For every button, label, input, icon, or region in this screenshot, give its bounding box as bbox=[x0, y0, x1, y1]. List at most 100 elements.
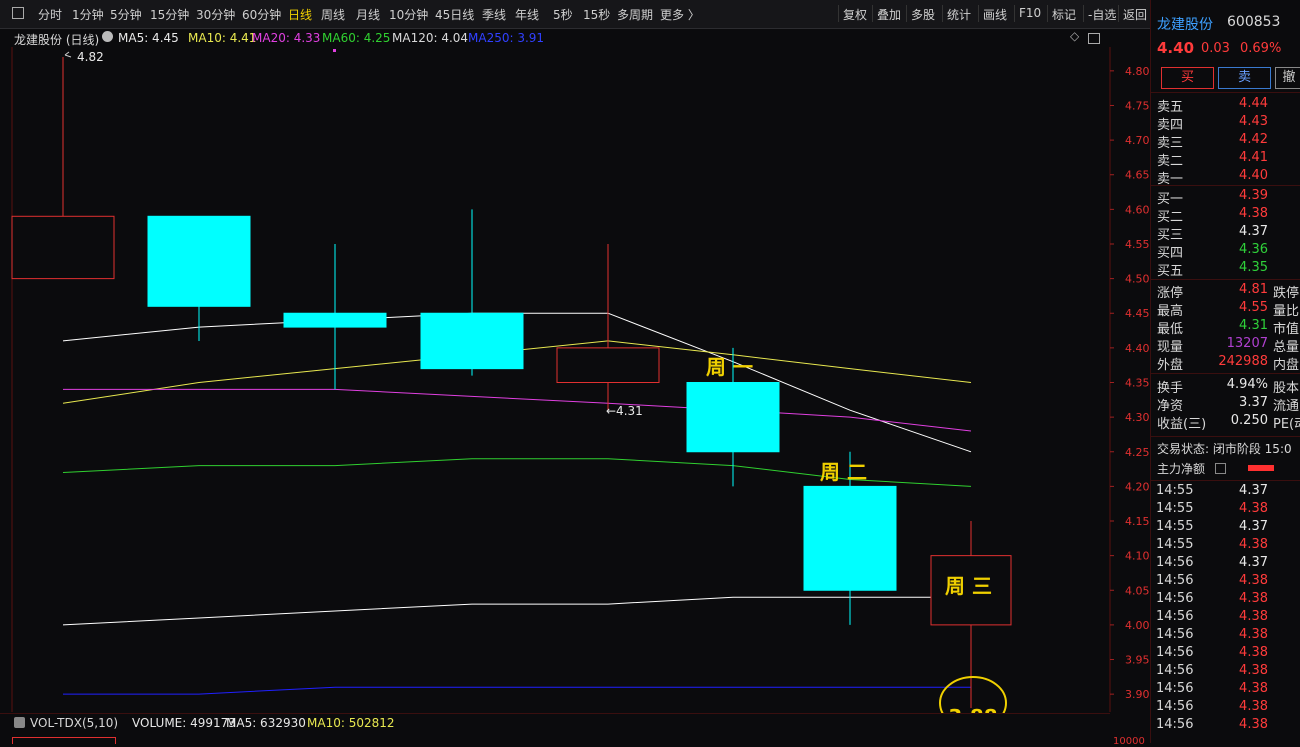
period-tab-4[interactable]: 30分钟 bbox=[196, 6, 235, 23]
period-tab-16[interactable]: 更多 〉 bbox=[660, 6, 700, 23]
price-axis-label: 3.95 bbox=[1125, 654, 1150, 667]
period-tab-1[interactable]: 1分钟 bbox=[72, 6, 104, 23]
tick-row: 14:56 4.38 bbox=[1151, 717, 1300, 735]
stat-value: 4.55 bbox=[1239, 300, 1268, 315]
stat2-label: 净资 bbox=[1157, 399, 1184, 414]
ask-row[interactable]: 卖五 4.44 bbox=[1151, 96, 1300, 115]
stat-label: 外盘 bbox=[1157, 358, 1184, 373]
period-tab-0[interactable]: 分时 bbox=[38, 6, 62, 23]
period-tab-10[interactable]: 45日线 bbox=[435, 6, 474, 23]
toolbar-divider bbox=[1118, 5, 1119, 22]
cancel-button[interactable]: 撤 bbox=[1275, 67, 1300, 89]
ask-price: 4.44 bbox=[1239, 96, 1268, 111]
period-tab-6[interactable]: 日线 bbox=[288, 6, 312, 23]
period-tab-2[interactable]: 5分钟 bbox=[110, 6, 142, 23]
low-price-label: ←4.31 bbox=[606, 404, 643, 418]
ask-row[interactable]: 卖四 4.43 bbox=[1151, 114, 1300, 133]
period-tab-9[interactable]: 10分钟 bbox=[389, 6, 428, 23]
period-tab-12[interactable]: 年线 bbox=[515, 6, 539, 23]
stat-value: 4.31 bbox=[1239, 318, 1268, 333]
ask-row[interactable]: 卖二 4.41 bbox=[1151, 150, 1300, 169]
bid-row[interactable]: 买三 4.37 bbox=[1151, 224, 1300, 243]
period-tab-13[interactable]: 5秒 bbox=[553, 6, 573, 23]
tick-row: 14:56 4.38 bbox=[1151, 627, 1300, 645]
period-tab-3[interactable]: 15分钟 bbox=[150, 6, 189, 23]
toolbar-button-4[interactable]: 画线 bbox=[983, 6, 1007, 23]
period-tab-11[interactable]: 季线 bbox=[482, 6, 506, 23]
candle-body bbox=[283, 312, 387, 328]
ask-price: 4.42 bbox=[1239, 132, 1268, 147]
stat-value: 4.81 bbox=[1239, 282, 1268, 297]
stat2-right-label: 股本 bbox=[1273, 381, 1300, 396]
bid-label: 买四 bbox=[1157, 246, 1184, 261]
toolbar-button-3[interactable]: 统计 bbox=[947, 6, 971, 23]
toolbar-button-8[interactable]: 返回 bbox=[1123, 6, 1147, 23]
period-tab-14[interactable]: 15秒 bbox=[583, 6, 610, 23]
price-axis-label: 4.55 bbox=[1125, 238, 1150, 251]
window-box-icon[interactable] bbox=[1088, 33, 1100, 44]
price-axis-label: 4.20 bbox=[1125, 480, 1150, 493]
price-axis-label: 4.70 bbox=[1125, 134, 1150, 147]
ask-label: 卖三 bbox=[1157, 136, 1184, 151]
stat-row: 最低 4.31 市值 bbox=[1151, 318, 1300, 337]
sell-button[interactable]: 卖 bbox=[1218, 67, 1271, 89]
toolbar-button-1[interactable]: 叠加 bbox=[877, 6, 901, 23]
bid-label: 买五 bbox=[1157, 264, 1184, 279]
stat2-label: 换手 bbox=[1157, 381, 1184, 396]
period-tab-5[interactable]: 60分钟 bbox=[242, 6, 281, 23]
toolbar-button-7[interactable]: -自选 bbox=[1088, 6, 1116, 23]
vol-label: VOL-TDX(5,10) bbox=[30, 716, 119, 730]
collapse-icon[interactable] bbox=[14, 717, 25, 728]
price-axis-label: 4.40 bbox=[1125, 342, 1150, 355]
candle-body bbox=[11, 215, 115, 280]
period-tab-15[interactable]: 多周期 bbox=[617, 6, 653, 23]
vol-volume: VOLUME: 499173 bbox=[132, 716, 236, 730]
toolbar-button-2[interactable]: 多股 bbox=[911, 6, 935, 23]
tick-time: 14:55 bbox=[1156, 483, 1194, 498]
tick-row: 14:56 4.38 bbox=[1151, 591, 1300, 609]
stat-right-label: 总量 bbox=[1273, 340, 1300, 355]
stock-name: 龙建股份 bbox=[1157, 17, 1213, 33]
bid-row[interactable]: 买四 4.36 bbox=[1151, 242, 1300, 261]
tick-price: 4.38 bbox=[1239, 591, 1268, 606]
settings-gear-icon[interactable] bbox=[102, 31, 113, 42]
high-marker-arrow bbox=[64, 51, 72, 58]
layout-toggle-icon[interactable] bbox=[12, 7, 24, 19]
ask-row[interactable]: 卖一 4.40 bbox=[1151, 168, 1300, 187]
bid-row[interactable]: 买五 4.35 bbox=[1151, 260, 1300, 279]
bid-row[interactable]: 买二 4.38 bbox=[1151, 206, 1300, 225]
tick-time: 14:55 bbox=[1156, 501, 1194, 516]
stat-value: 242988 bbox=[1218, 354, 1268, 369]
toolbar-button-5[interactable]: F10 bbox=[1019, 6, 1041, 20]
bid-row[interactable]: 买一 4.39 bbox=[1151, 188, 1300, 207]
tick-row: 14:56 4.38 bbox=[1151, 645, 1300, 663]
vol-ma10: MA10: 502812 bbox=[307, 716, 395, 730]
ma120-value: MA120: 4.04 bbox=[392, 31, 469, 45]
tick-row: 14:56 4.37 bbox=[1151, 555, 1300, 573]
tick-row: 14:55 4.38 bbox=[1151, 537, 1300, 555]
list-icon[interactable] bbox=[1215, 463, 1226, 474]
period-tab-8[interactable]: 月线 bbox=[356, 6, 380, 23]
toolbar-button-0[interactable]: 复权 bbox=[843, 6, 867, 23]
toolbar-button-6[interactable]: 标记 bbox=[1052, 6, 1076, 23]
bid-price: 4.37 bbox=[1239, 224, 1268, 239]
tick-time: 14:56 bbox=[1156, 591, 1194, 606]
period-tab-7[interactable]: 周线 bbox=[321, 6, 345, 23]
ask-label: 卖二 bbox=[1157, 154, 1184, 169]
candlestick-chart[interactable]: 4.80 4.75 4.70 4.65 4.60 4.55 4.50 4.45 4.40 4.35… bbox=[0, 47, 1150, 713]
vol-axis-label: 10000 bbox=[1113, 736, 1145, 747]
ask-row[interactable]: 卖三 4.42 bbox=[1151, 132, 1300, 151]
tick-time: 14:56 bbox=[1156, 555, 1194, 570]
tick-price: 4.37 bbox=[1239, 483, 1268, 498]
toolbar-divider bbox=[838, 5, 839, 22]
tick-row: 14:56 4.38 bbox=[1151, 573, 1300, 591]
buy-button[interactable]: 买 bbox=[1161, 67, 1214, 89]
tick-price: 4.38 bbox=[1239, 699, 1268, 714]
tick-row: 14:55 4.37 bbox=[1151, 483, 1300, 501]
weekday-annotation: 周 二 bbox=[820, 460, 867, 484]
tick-price: 4.37 bbox=[1239, 519, 1268, 534]
price-axis-label: 4.45 bbox=[1125, 307, 1150, 320]
current-price: 4.40 bbox=[1157, 39, 1195, 57]
expand-diamond-icon[interactable]: ◇ bbox=[1070, 29, 1079, 43]
ma-marker-dot bbox=[333, 49, 336, 52]
